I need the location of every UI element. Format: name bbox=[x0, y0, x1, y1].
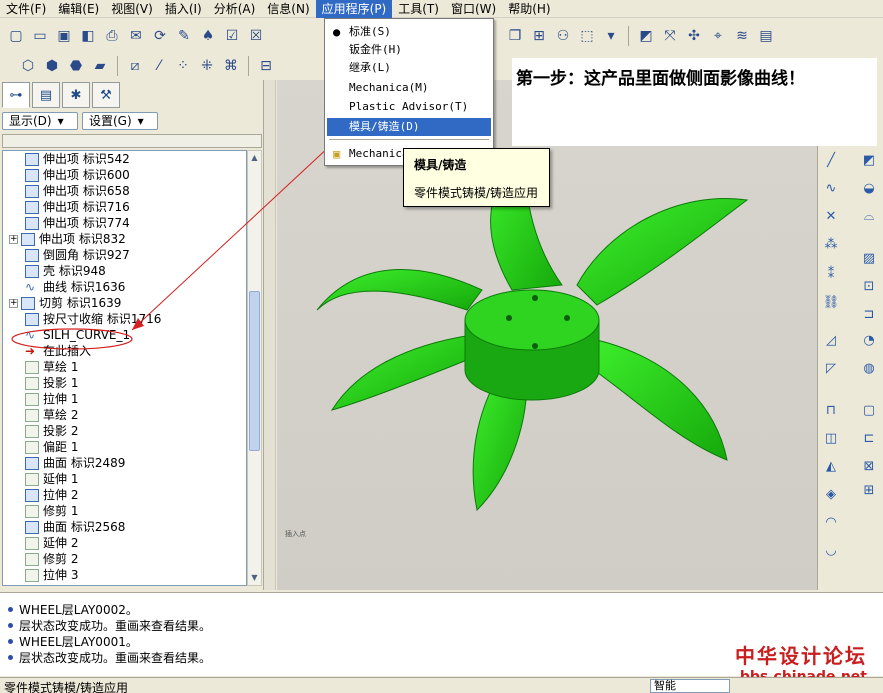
info-bullet-icon bbox=[8, 639, 13, 644]
applications-menu-item[interactable]: 钣金件(H) bbox=[327, 41, 491, 59]
tooltip-description: 零件模式铸模/铸造应用 bbox=[414, 186, 539, 200]
status-bar: 零件模式铸模/铸造应用 智能 bbox=[0, 677, 883, 693]
tooltip-title: 模具/铸造 bbox=[414, 158, 467, 172]
applications-menu: ● 标准(S) 钣金件(H) 继承(L) Mechanica(M) Plastic Adv… bbox=[324, 18, 494, 166]
app-window: 文件(F) 编辑(E) 视图(V) 插入(I) 分析(A) 信息(N) 应用程序(P) 工具(… bbox=[0, 0, 883, 693]
message-line: WHEEL层LAY0002。 bbox=[8, 601, 138, 618]
applications-menu-item-label: Mechanica bbox=[349, 147, 409, 160]
callout-arrowhead bbox=[132, 318, 144, 330]
filter-select[interactable]: 智能 bbox=[650, 679, 730, 693]
callout-line bbox=[131, 131, 346, 331]
applications-menu-item-label: Plastic Advisor(T) bbox=[349, 100, 469, 113]
applications-menu-item-label: 继承(L) bbox=[349, 61, 391, 74]
message-text: 层状态改变成功。重画来查看结果。 bbox=[19, 619, 212, 633]
mechanica-icon: ▣ bbox=[333, 147, 341, 161]
info-bullet-icon bbox=[8, 655, 13, 660]
applications-menu-item[interactable]: ● 标准(S) bbox=[327, 23, 491, 41]
message-text: 层状态改变成功。重画来查看结果。 bbox=[19, 651, 212, 665]
message-text: WHEEL层LAY0002。 bbox=[19, 603, 138, 617]
info-bullet-icon bbox=[8, 607, 13, 612]
message-line: 层状态改变成功。重画来查看结果。 bbox=[8, 649, 211, 666]
status-text: 零件模式铸模/铸造应用 bbox=[4, 681, 129, 693]
callout-ellipse bbox=[11, 328, 133, 350]
info-bullet-icon bbox=[8, 623, 13, 628]
menu-tooltip: 模具/铸造 零件模式铸模/铸造应用 bbox=[403, 148, 550, 207]
message-text: WHEEL层LAY0001。 bbox=[19, 635, 138, 649]
message-line: 层状态改变成功。重画来查看结果。 bbox=[8, 617, 211, 634]
applications-menu-item-label: 模具/铸造(D) bbox=[349, 120, 420, 133]
applications-menu-item-label: 标准(S) bbox=[349, 25, 391, 38]
watermark-title: 中华设计论坛 bbox=[735, 644, 867, 668]
menu-separator bbox=[329, 139, 489, 140]
radio-bullet-icon: ● bbox=[333, 25, 341, 39]
applications-menu-item-label: 钣金件(H) bbox=[349, 43, 402, 56]
applications-menu-item-label: Mechanica(M) bbox=[349, 81, 429, 94]
applications-menu-item[interactable]: Mechanica(M) bbox=[327, 79, 491, 97]
applications-menu-item[interactable]: 继承(L) bbox=[327, 59, 491, 77]
applications-menu-item[interactable]: Plastic Advisor(T) bbox=[327, 98, 491, 116]
message-line: WHEEL层LAY0001。 bbox=[8, 633, 138, 650]
applications-menu-item[interactable]: 模具/铸造(D) bbox=[327, 118, 491, 136]
